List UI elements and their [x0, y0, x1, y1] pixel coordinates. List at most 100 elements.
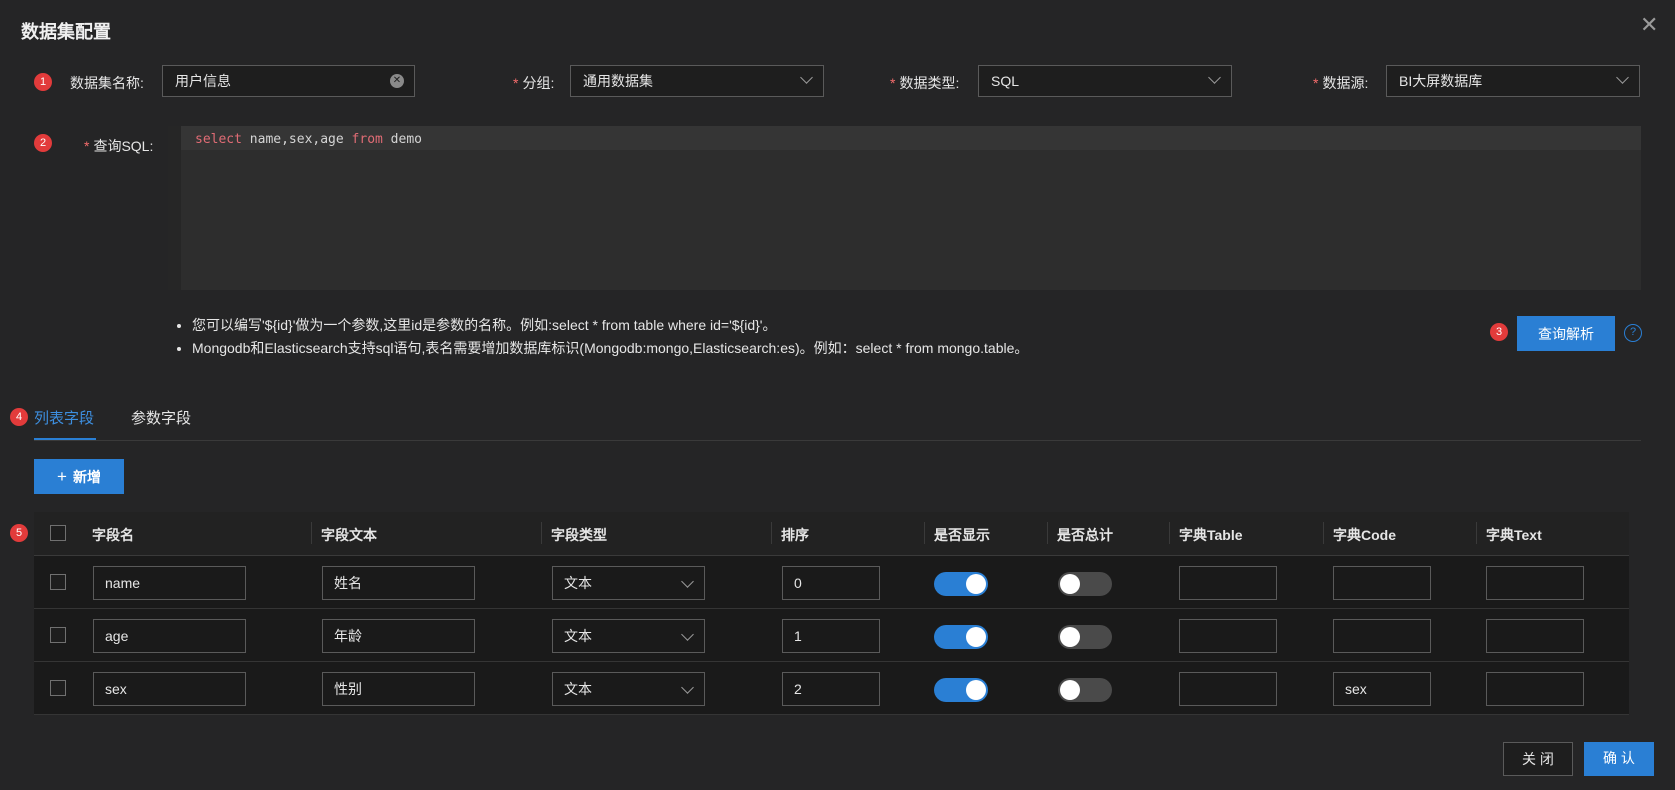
confirm-button[interactable]: 确 认: [1584, 742, 1654, 776]
show-toggle[interactable]: [934, 625, 988, 649]
total-toggle[interactable]: [1058, 678, 1112, 702]
field-text-input[interactable]: 年龄: [322, 619, 475, 653]
required-mark: *: [1313, 75, 1319, 91]
dict-text-input[interactable]: [1486, 566, 1584, 600]
toggle-knob: [1060, 680, 1080, 700]
dict-code-input[interactable]: [1333, 619, 1431, 653]
column-header: 字典Code: [1333, 527, 1396, 543]
field-type-select[interactable]: 文本: [552, 619, 705, 653]
dict-table-input[interactable]: [1179, 619, 1277, 653]
field-name-input[interactable]: age: [93, 619, 246, 653]
order-input[interactable]: 0: [782, 566, 880, 600]
field-name-input[interactable]: sex: [93, 672, 246, 706]
field-type-select[interactable]: 文本: [552, 672, 705, 706]
chevron-down-icon: [681, 681, 694, 694]
sql-editor[interactable]: select name,sex,age from demo: [168, 126, 1641, 290]
dict-text-input[interactable]: [1486, 619, 1584, 653]
marker-badge-5: 5: [10, 524, 28, 542]
chevron-down-icon: [800, 71, 813, 84]
row-checkbox[interactable]: [50, 680, 66, 696]
data-type-value: SQL: [991, 73, 1020, 89]
marker-badge-4: 4: [10, 408, 28, 426]
show-toggle[interactable]: [934, 678, 988, 702]
data-source-select[interactable]: BI大屏数据库: [1386, 65, 1640, 97]
hint-list: 您可以编写'${id}'做为一个参数,这里id是参数的名称。例如:select …: [174, 317, 1028, 363]
hint-item: Mongodb和Elasticsearch支持sql语句,表名需要增加数据库标识…: [192, 340, 1028, 357]
column-header: 是否显示: [934, 527, 990, 543]
editor-gutter: [168, 126, 181, 290]
column-separator: [924, 522, 925, 544]
select-all-checkbox[interactable]: [50, 525, 66, 541]
field-type-select[interactable]: 文本: [552, 566, 705, 600]
total-toggle[interactable]: [1058, 572, 1112, 596]
marker-badge-2: 2: [34, 134, 52, 152]
add-button-label: 新增: [72, 468, 101, 485]
column-header: 字段类型: [551, 527, 607, 543]
column-separator: [311, 522, 312, 544]
field-text-input[interactable]: 性别: [322, 672, 475, 706]
toggle-knob: [966, 574, 986, 594]
required-mark: *: [513, 75, 519, 91]
toggle-knob: [1060, 627, 1080, 647]
field-type-value: 文本: [564, 681, 592, 697]
fields-table: 字段名 字段文本 字段类型 排序 是否显示 是否总计 字典Table 字典Cod…: [34, 512, 1629, 715]
parse-query-button[interactable]: 查询解析: [1517, 316, 1615, 351]
group-select[interactable]: 通用数据集: [570, 65, 824, 97]
row-checkbox[interactable]: [50, 627, 66, 643]
chevron-down-icon: [1208, 71, 1221, 84]
marker-badge-3: 3: [1490, 323, 1508, 341]
group-value: 通用数据集: [583, 73, 653, 89]
table-header: 字段名 字段文本 字段类型 排序 是否显示 是否总计 字典Table 字典Cod…: [34, 512, 1629, 556]
data-source-label: * 数据源:: [1313, 75, 1369, 91]
dict-code-input[interactable]: [1333, 566, 1431, 600]
help-icon[interactable]: ?: [1624, 324, 1642, 342]
sql-code: select name,sex,age from demo: [195, 132, 422, 147]
dict-text-input[interactable]: [1486, 672, 1584, 706]
total-toggle[interactable]: [1058, 625, 1112, 649]
dict-code-input[interactable]: sex: [1333, 672, 1431, 706]
marker-badge-1: 1: [34, 73, 52, 91]
query-sql-label: * 查询SQL:: [84, 138, 154, 154]
column-separator: [1169, 522, 1170, 544]
close-icon[interactable]: ✕: [1640, 14, 1658, 36]
field-type-value: 文本: [564, 628, 592, 644]
dict-table-input[interactable]: [1179, 672, 1277, 706]
required-mark: *: [890, 75, 896, 91]
plus-icon: +: [57, 466, 67, 486]
row-checkbox[interactable]: [50, 574, 66, 590]
order-input[interactable]: 1: [782, 619, 880, 653]
dict-table-input[interactable]: [1179, 566, 1277, 600]
show-toggle[interactable]: [934, 572, 988, 596]
tab-list-fields[interactable]: 列表字段: [34, 407, 94, 428]
column-separator: [1047, 522, 1048, 544]
tab-divider: [34, 440, 1641, 441]
column-header: 字典Table: [1179, 527, 1243, 543]
data-type-label: * 数据类型:: [890, 75, 960, 91]
table-row: sex 性别 文本 2 sex: [34, 662, 1629, 715]
column-separator: [541, 522, 542, 544]
table-row: age 年龄 文本 1: [34, 609, 1629, 662]
dataset-name-input[interactable]: 用户信息 ✕: [162, 65, 415, 97]
hint-item: 您可以编写'${id}'做为一个参数,这里id是参数的名称。例如:select …: [192, 317, 1028, 334]
field-name-input[interactable]: name: [93, 566, 246, 600]
column-separator: [1476, 522, 1477, 544]
clear-icon[interactable]: ✕: [390, 74, 404, 88]
dataset-name-label: 数据集名称:: [70, 75, 144, 91]
field-text-input[interactable]: 姓名: [322, 566, 475, 600]
chevron-down-icon: [681, 575, 694, 588]
column-header: 排序: [781, 527, 809, 543]
required-mark: *: [84, 138, 90, 154]
table-row: name 姓名 文本 0: [34, 556, 1629, 609]
field-type-value: 文本: [564, 575, 592, 591]
group-label: * 分组:: [513, 75, 555, 91]
order-input[interactable]: 2: [782, 672, 880, 706]
column-header: 是否总计: [1057, 527, 1113, 543]
data-type-select[interactable]: SQL: [978, 65, 1232, 97]
tab-param-fields[interactable]: 参数字段: [131, 407, 191, 428]
add-button[interactable]: + 新增: [34, 459, 124, 494]
close-button[interactable]: 关 闭: [1503, 742, 1573, 776]
dialog-title: 数据集配置: [21, 22, 111, 42]
active-tab-indicator: [34, 438, 96, 440]
toggle-knob: [966, 627, 986, 647]
column-separator: [771, 522, 772, 544]
